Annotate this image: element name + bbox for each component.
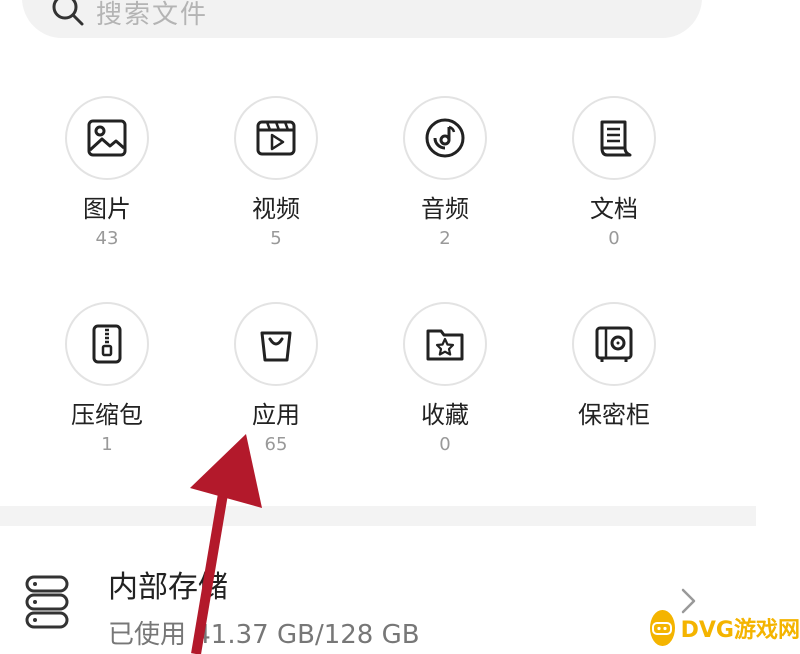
search-bar[interactable]: 搜索文件 bbox=[22, 0, 702, 38]
favorites-folder-icon bbox=[426, 329, 464, 361]
category-icon-circle bbox=[403, 302, 487, 386]
category-label: 图片 bbox=[83, 195, 131, 223]
category-icon-circle bbox=[572, 302, 656, 386]
category-count: 5 bbox=[270, 228, 282, 249]
image-icon bbox=[87, 119, 127, 157]
site-watermark: DVG游戏网 bbox=[650, 606, 800, 650]
category-label: 文档 bbox=[590, 195, 638, 223]
category-count: 0 bbox=[439, 434, 451, 455]
category-count: 0 bbox=[608, 228, 620, 249]
category-icon-circle bbox=[65, 302, 149, 386]
category-safe[interactable]: 保密柜 bbox=[529, 302, 699, 434]
safe-icon bbox=[595, 326, 633, 362]
video-icon bbox=[256, 120, 296, 156]
category-archives[interactable]: 压缩包 1 bbox=[22, 302, 192, 456]
shopping-bag-icon bbox=[260, 331, 292, 362]
category-icon-circle bbox=[572, 96, 656, 180]
section-divider bbox=[0, 506, 756, 526]
category-icon-circle bbox=[65, 96, 149, 180]
search-placeholder: 搜索文件 bbox=[96, 0, 209, 30]
storage-usage: 已使用 41.37 GB/128 GB bbox=[108, 620, 420, 650]
audio-icon bbox=[425, 118, 465, 158]
category-apps[interactable]: 应用 65 bbox=[191, 302, 361, 456]
storage-title: 内部存储 bbox=[108, 570, 228, 605]
category-label: 保密柜 bbox=[578, 401, 650, 429]
category-label: 音频 bbox=[421, 195, 469, 223]
category-count: 2 bbox=[439, 228, 451, 249]
category-label: 收藏 bbox=[421, 401, 469, 429]
archive-icon bbox=[92, 324, 122, 364]
category-documents[interactable]: 文档 0 bbox=[529, 96, 699, 250]
category-icon-circle bbox=[234, 96, 318, 180]
category-label: 应用 bbox=[252, 401, 300, 429]
category-count: 1 bbox=[101, 434, 113, 455]
category-icon-circle bbox=[403, 96, 487, 180]
watermark-text: DVG游戏网 bbox=[680, 618, 800, 643]
gamepad-logo-icon bbox=[650, 610, 675, 646]
category-favorites[interactable]: 收藏 0 bbox=[360, 302, 530, 456]
category-audio[interactable]: 音频 2 bbox=[360, 96, 530, 250]
category-videos[interactable]: 视频 5 bbox=[191, 96, 361, 250]
category-count: 65 bbox=[264, 434, 288, 455]
document-icon bbox=[600, 120, 632, 157]
category-label: 视频 bbox=[252, 195, 300, 223]
search-icon bbox=[52, 0, 84, 26]
category-icon-circle bbox=[234, 302, 318, 386]
storage-icon bbox=[25, 575, 69, 629]
category-images[interactable]: 图片 43 bbox=[22, 96, 192, 250]
category-label: 压缩包 bbox=[71, 401, 143, 429]
category-count: 43 bbox=[95, 228, 119, 249]
